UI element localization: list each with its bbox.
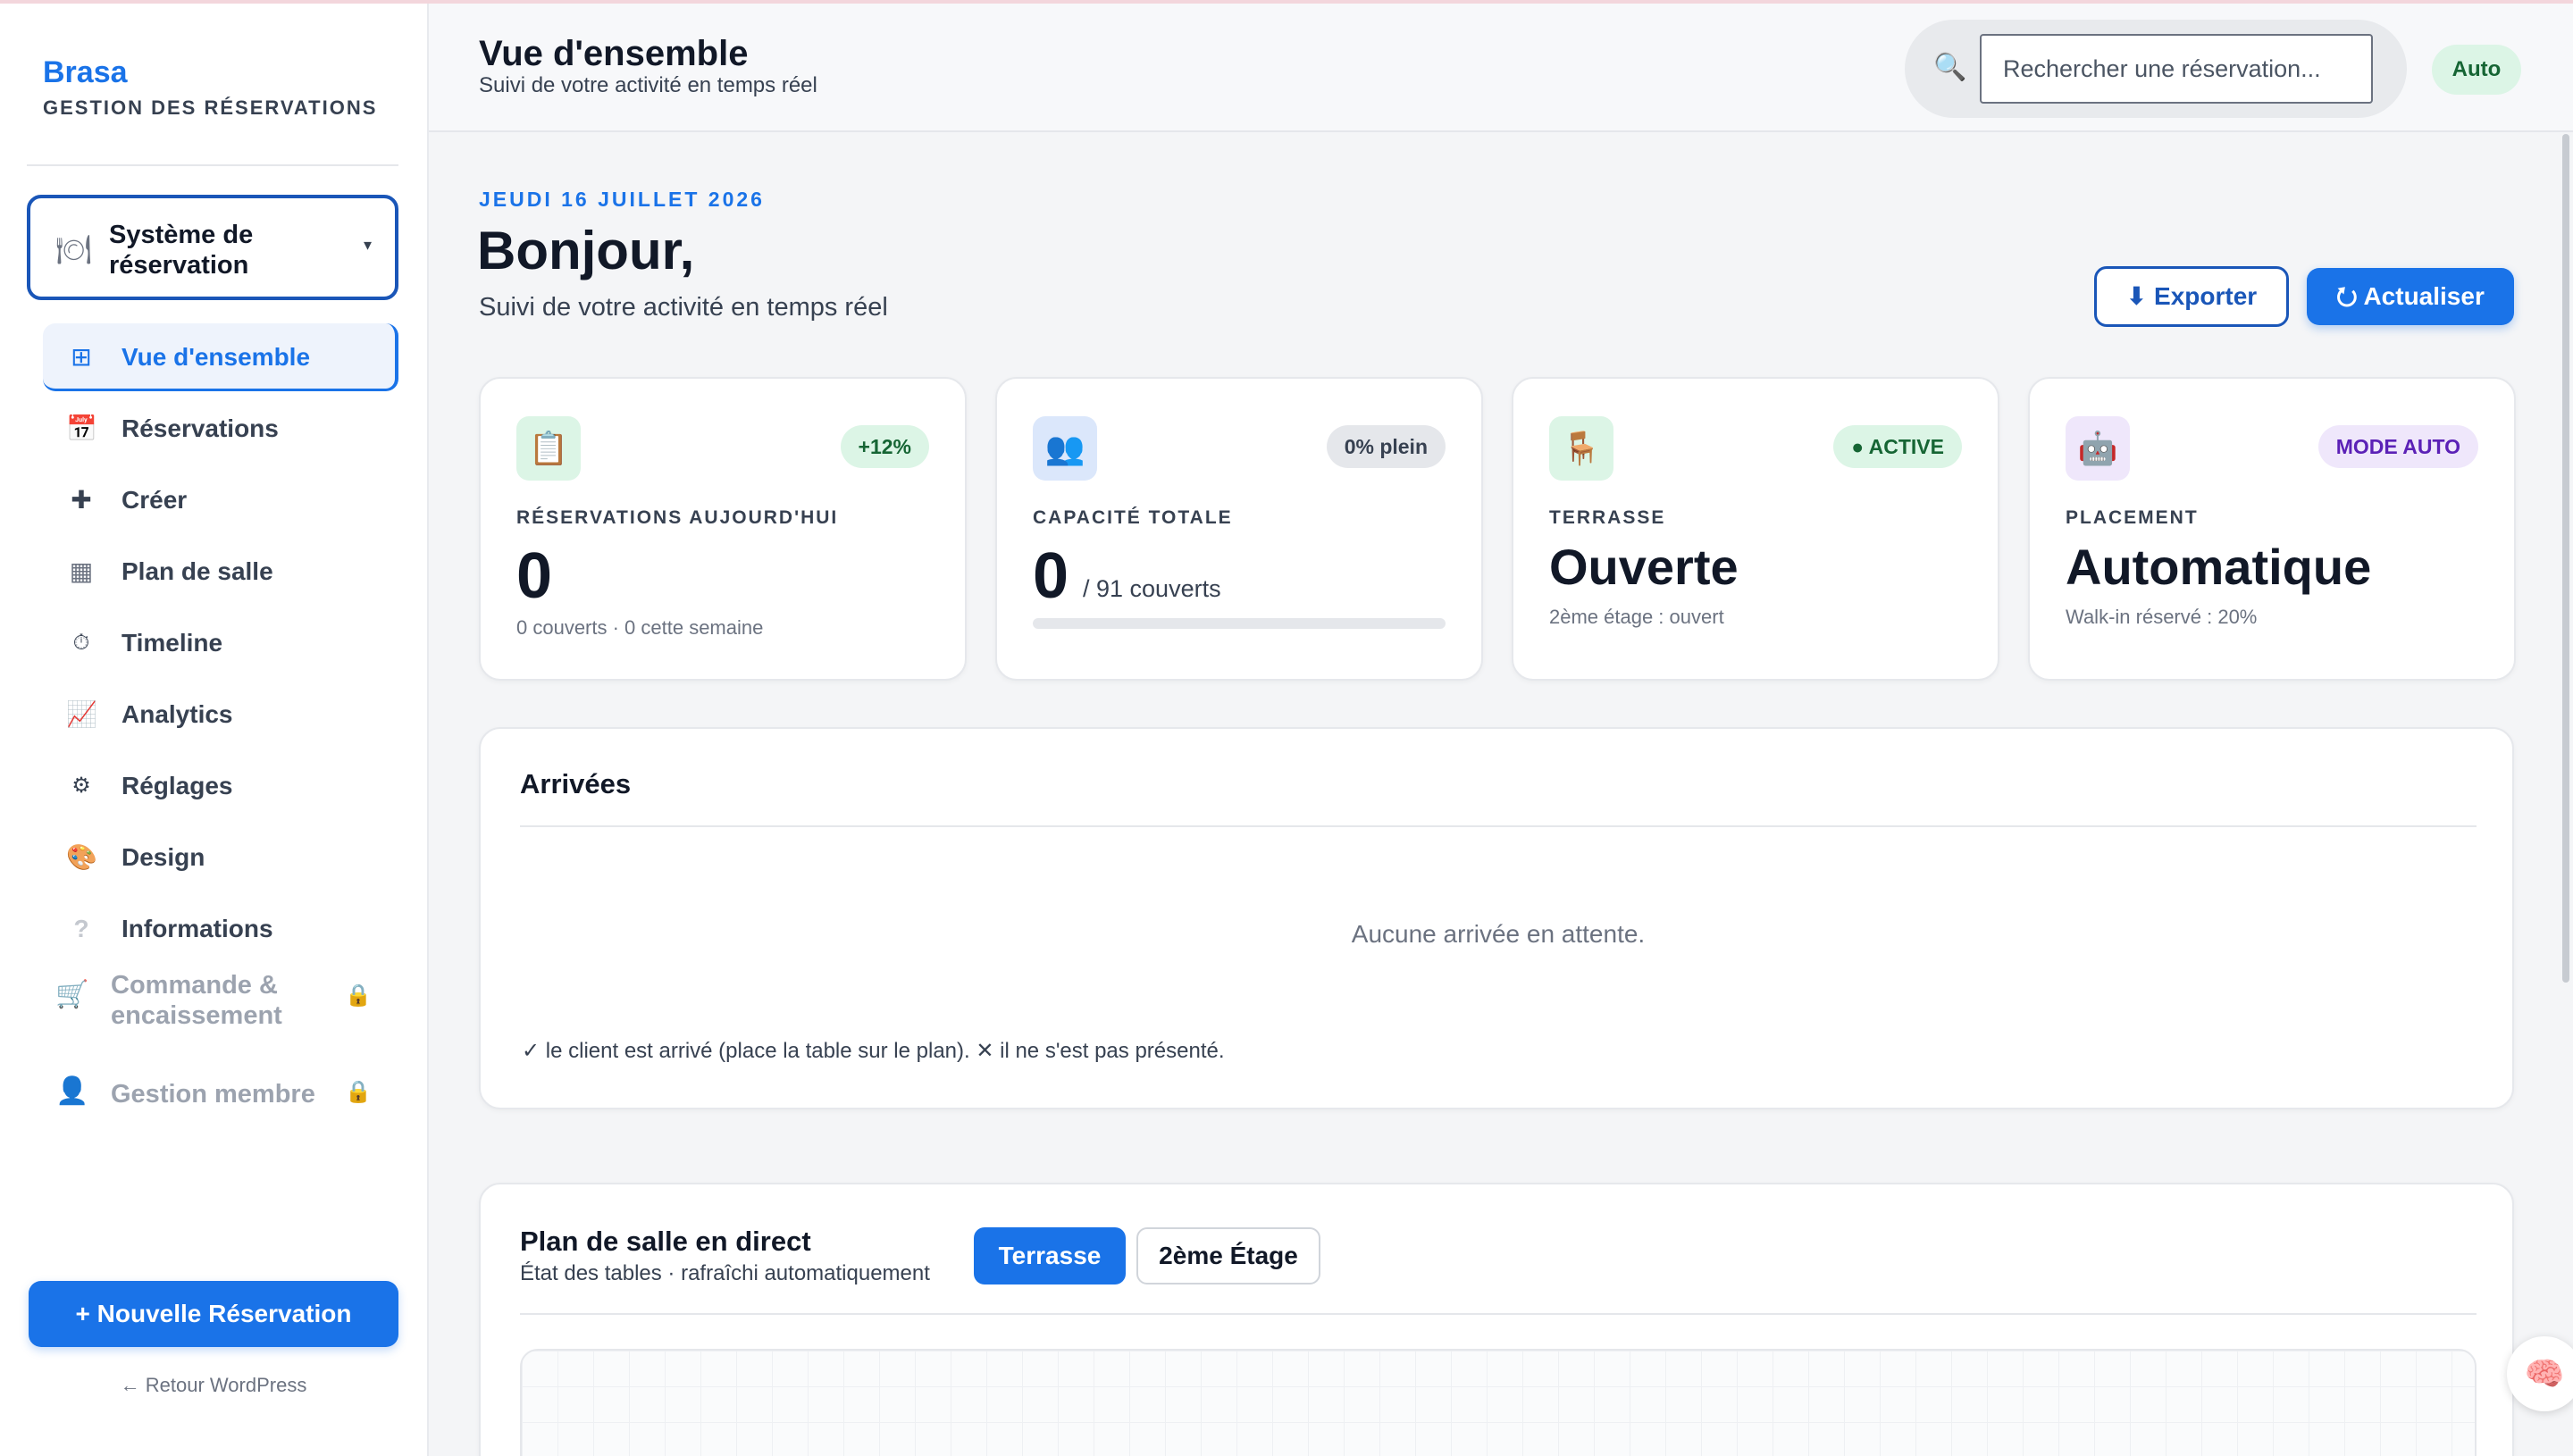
top-header: Vue d'ensemble Suivi de votre activité e… bbox=[429, 4, 2573, 132]
sidebar-item-label: Analytics bbox=[122, 700, 233, 728]
chart-icon: 📈 bbox=[66, 700, 97, 728]
plus-icon: ✚ bbox=[71, 486, 92, 514]
plate-icon: 🍽 bbox=[55, 233, 92, 265]
stat-subtext: Walk-in réservé : 20% bbox=[2066, 606, 2258, 628]
robot-icon: 🤖 bbox=[2066, 416, 2130, 481]
tab-terrace[interactable]: Terrasse bbox=[974, 1227, 1126, 1284]
sidebar-item-label: Réglages bbox=[122, 772, 233, 799]
sidebar-item-analytics[interactable]: 📈 Analytics bbox=[43, 681, 398, 749]
sidebar-item-design[interactable]: 🎨 Design bbox=[43, 824, 398, 891]
greeting-subtitle: Suivi de votre activité en temps réel bbox=[479, 293, 888, 322]
brand-subtitle: GESTION DES RÉSERVATIONS bbox=[43, 96, 378, 119]
clipboard-icon: 📋 bbox=[516, 416, 581, 481]
sidebar-item-label: Timeline bbox=[122, 629, 223, 657]
question-icon: ? bbox=[73, 915, 89, 942]
stat-card-terrace: 🪑 ● ACTIVE TERRASSE Ouverte 2ème étage :… bbox=[1512, 377, 1999, 681]
system-selector-label: Système de réservation bbox=[109, 221, 254, 280]
brand-logo[interactable]: Brasa bbox=[43, 55, 128, 90]
arrivals-empty-message: Aucune arrivée en attente. bbox=[1351, 920, 1646, 948]
stat-title: PLACEMENT bbox=[2066, 507, 2199, 528]
greeting-title: Bonjour, bbox=[477, 221, 695, 280]
sidebar-item-label: Informations bbox=[122, 915, 273, 942]
stat-subtext: 0 couverts · 0 cette semaine bbox=[516, 616, 764, 639]
sidebar-item-orders-locked[interactable]: 🛒 Commande & encaissement 🔒 bbox=[43, 970, 398, 1038]
current-date: JEUDI 16 JUILLET 2026 bbox=[479, 188, 765, 211]
status-badge: ● ACTIVE bbox=[1833, 425, 1962, 468]
sidebar-item-label: Créer bbox=[122, 486, 188, 514]
floor-plan-subtitle: État des tables · rafraîchi automatiquem… bbox=[520, 1261, 930, 1285]
stat-card-reservations-today: 📋 +12% RÉSERVATIONS AUJOURD'HUI 0 0 couv… bbox=[479, 377, 967, 681]
stat-title: TERRASSE bbox=[1549, 507, 1666, 528]
people-icon: 👥 bbox=[1033, 416, 1097, 481]
grid-icon: ⊞ bbox=[71, 343, 92, 371]
brain-assistant-icon[interactable]: 🧠 bbox=[2507, 1336, 2573, 1411]
refresh-button[interactable]: ⭮ Actualiser bbox=[2307, 268, 2514, 325]
search-bar: 🔍 bbox=[1905, 20, 2407, 118]
arrivals-legend: ✓ le client est arrivé (place la table s… bbox=[522, 1038, 1225, 1064]
capacity-progress-bar bbox=[1033, 618, 1446, 629]
user-icon: 👤 bbox=[55, 1076, 89, 1106]
sidebar-item-reservations[interactable]: 📅 Réservations bbox=[43, 395, 398, 463]
arrivals-divider bbox=[520, 825, 2477, 827]
mode-badge: MODE AUTO bbox=[2317, 425, 2478, 468]
arrivals-title: Arrivées bbox=[520, 768, 632, 799]
stat-subtext: 2ème étage : ouvert bbox=[1549, 606, 1724, 628]
sidebar-item-settings[interactable]: ⚙ Réglages bbox=[43, 752, 398, 820]
system-selector[interactable]: 🍽 Système de réservation ▾ bbox=[27, 195, 398, 300]
search-input[interactable] bbox=[1980, 34, 2373, 104]
lock-icon: 🔒 bbox=[345, 983, 372, 1008]
arrivals-panel: Arrivées Aucune arrivée en attente. ✓ le… bbox=[479, 727, 2514, 1109]
sidebar: Brasa GESTION DES RÉSERVATIONS 🍽 Système… bbox=[0, 4, 429, 1456]
floor-plan-divider bbox=[520, 1313, 2477, 1315]
stat-unit: / 91 couverts bbox=[1083, 575, 1221, 602]
floor-plan-title: Plan de salle en direct bbox=[520, 1226, 811, 1257]
stat-badge: +12% bbox=[840, 425, 929, 468]
floor-plan-icon: ▦ bbox=[69, 557, 94, 585]
back-wordpress-link[interactable]: ← Retour WordPress bbox=[29, 1374, 398, 1397]
stat-value: Automatique bbox=[2066, 539, 2372, 595]
chevron-down-icon: ▾ bbox=[363, 236, 372, 254]
stat-card-capacity: 👥 0% plein CAPACITÉ TOTALE 0 / 91 couver… bbox=[995, 377, 1483, 681]
sidebar-item-label: Commande & encaissement bbox=[111, 971, 282, 1030]
page-scrollbar[interactable] bbox=[2562, 134, 2569, 983]
tab-second-floor[interactable]: 2ème Étage bbox=[1136, 1227, 1320, 1284]
stat-value: Ouverte bbox=[1549, 539, 1739, 595]
sidebar-item-label: Vue d'ensemble bbox=[122, 343, 311, 371]
sidebar-item-label: Gestion membre bbox=[111, 1080, 315, 1109]
export-button[interactable]: ⬇ Exporter bbox=[2094, 266, 2289, 327]
stat-card-placement: 🤖 MODE AUTO PLACEMENT Automatique Walk-i… bbox=[2028, 377, 2516, 681]
sidebar-item-members-locked[interactable]: 👤 Gestion membre 🔒 bbox=[43, 1076, 398, 1115]
sidebar-item-overview[interactable]: ⊞ Vue d'ensemble bbox=[43, 323, 398, 391]
sidebar-item-floor-plan[interactable]: ▦ Plan de salle bbox=[43, 538, 398, 606]
stat-value: 0 bbox=[1033, 540, 1069, 612]
calendar-icon: 📅 bbox=[66, 414, 97, 442]
sidebar-item-create[interactable]: ✚ Créer bbox=[43, 466, 398, 534]
sidebar-divider bbox=[27, 164, 398, 166]
new-reservation-button[interactable]: + Nouvelle Réservation bbox=[29, 1281, 398, 1347]
page-title: Vue d'ensemble bbox=[479, 34, 749, 73]
stat-title: CAPACITÉ TOTALE bbox=[1033, 507, 1233, 528]
gear-icon: ⚙ bbox=[71, 774, 91, 798]
chair-icon: 🪑 bbox=[1549, 416, 1613, 481]
live-floor-plan-panel: Plan de salle en direct État des tables … bbox=[479, 1183, 2514, 1456]
floor-plan-canvas[interactable] bbox=[520, 1349, 2477, 1456]
sidebar-item-label: Réservations bbox=[122, 414, 279, 442]
clock-icon: ⏱ bbox=[72, 631, 90, 655]
stat-badge: 0% plein bbox=[1326, 425, 1446, 468]
stat-value: 0 bbox=[516, 540, 553, 612]
palette-icon: 🎨 bbox=[66, 843, 97, 871]
legend-arrived: ✓ le client est arrivé (place la table s… bbox=[522, 1039, 970, 1063]
legend-no-show: ✕ il ne s'est pas présenté. bbox=[976, 1039, 1225, 1063]
sidebar-item-timeline[interactable]: ⏱ Timeline bbox=[43, 609, 398, 677]
lock-icon: 🔒 bbox=[345, 1080, 372, 1104]
cart-icon: 🛒 bbox=[55, 980, 89, 1009]
auto-mode-badge[interactable]: Auto bbox=[2432, 45, 2521, 95]
sidebar-item-informations[interactable]: ? Informations bbox=[43, 895, 398, 963]
sidebar-item-label: Plan de salle bbox=[122, 557, 273, 585]
search-icon[interactable]: 🔍 bbox=[1933, 52, 1966, 83]
sidebar-item-label: Design bbox=[122, 843, 205, 871]
page-subtitle: Suivi de votre activité en temps réel bbox=[479, 73, 817, 97]
stat-title: RÉSERVATIONS AUJOURD'HUI bbox=[516, 507, 839, 528]
